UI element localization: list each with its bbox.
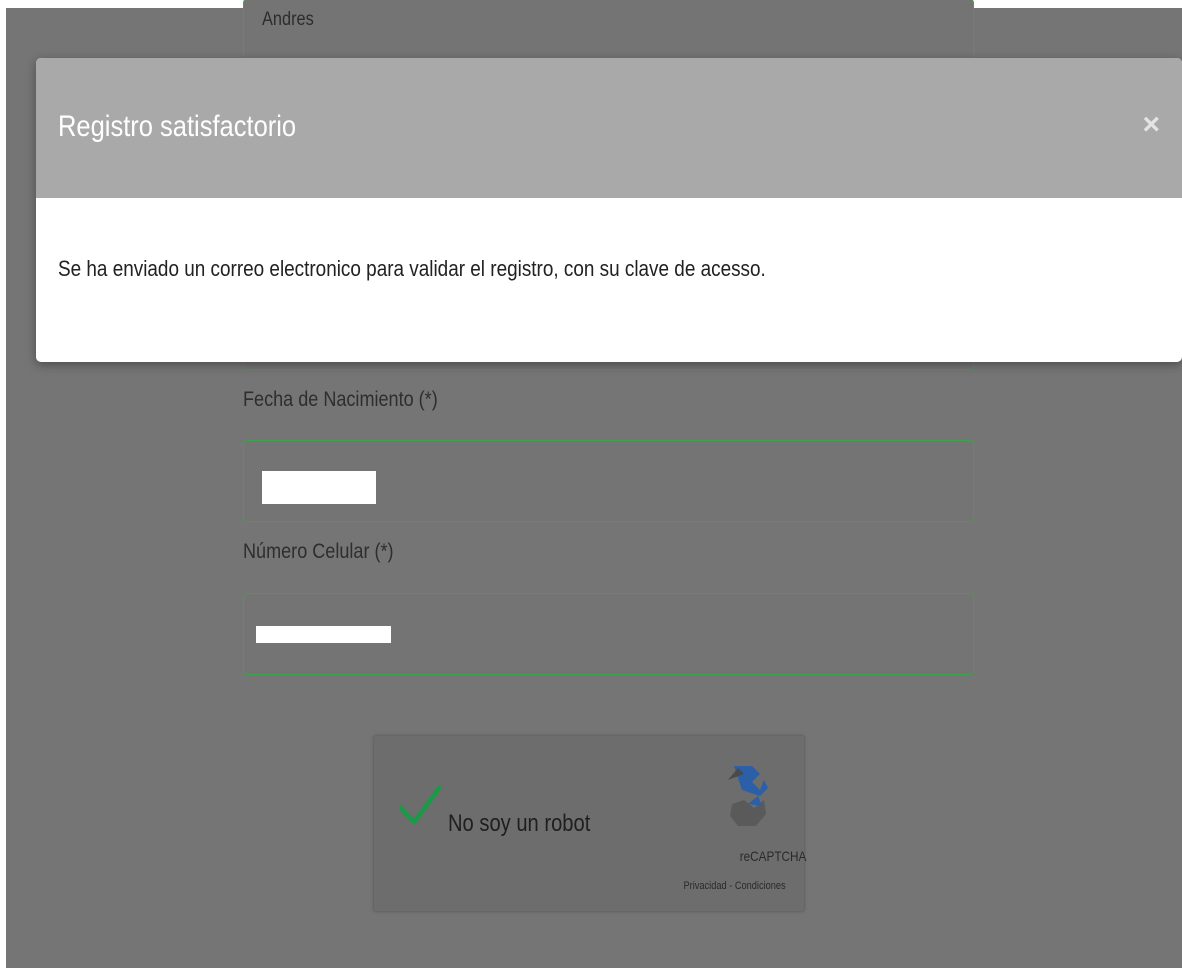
birthdate-field[interactable]	[243, 440, 974, 522]
phone-field[interactable]	[243, 593, 974, 675]
recaptcha-links[interactable]: Privacidad - Condiciones	[684, 880, 786, 892]
redacted-phone	[256, 626, 391, 643]
redacted-birthdate	[262, 471, 376, 504]
phone-label: Número Celular (*)	[243, 540, 394, 563]
recaptcha-widget[interactable]: No soy un robot reCAPTCHA Privacidad - C…	[373, 735, 806, 912]
modal-body: Se ha enviado un correo electronico para…	[36, 58, 1182, 362]
modal-message: Se ha enviado un correo electronico para…	[58, 256, 766, 281]
success-modal: Registro satisfactorio × Se ha enviado u…	[36, 58, 1182, 362]
recaptcha-brand: reCAPTCHA	[739, 848, 806, 864]
check-icon[interactable]	[397, 782, 443, 828]
recaptcha-logo-icon	[728, 766, 768, 826]
birthdate-label: Fecha de Nacimiento (*)	[243, 388, 438, 411]
recaptcha-label: No soy un robot	[448, 810, 591, 837]
name-field-value: Andres	[262, 9, 314, 30]
